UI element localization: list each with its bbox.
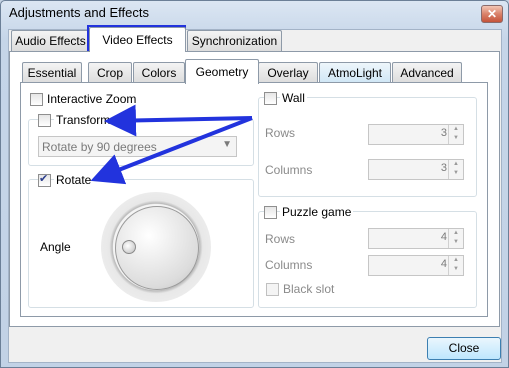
arrow-to-rotate xyxy=(90,116,253,185)
tab-video-effects[interactable]: Video Effects xyxy=(89,27,186,52)
tab-label: Geometry xyxy=(195,65,249,79)
tab-label: Video Effects xyxy=(102,33,173,47)
annotation-arrows xyxy=(90,104,253,185)
arrow-to-transform xyxy=(104,104,253,137)
tab-geometry[interactable]: Geometry xyxy=(185,59,259,84)
